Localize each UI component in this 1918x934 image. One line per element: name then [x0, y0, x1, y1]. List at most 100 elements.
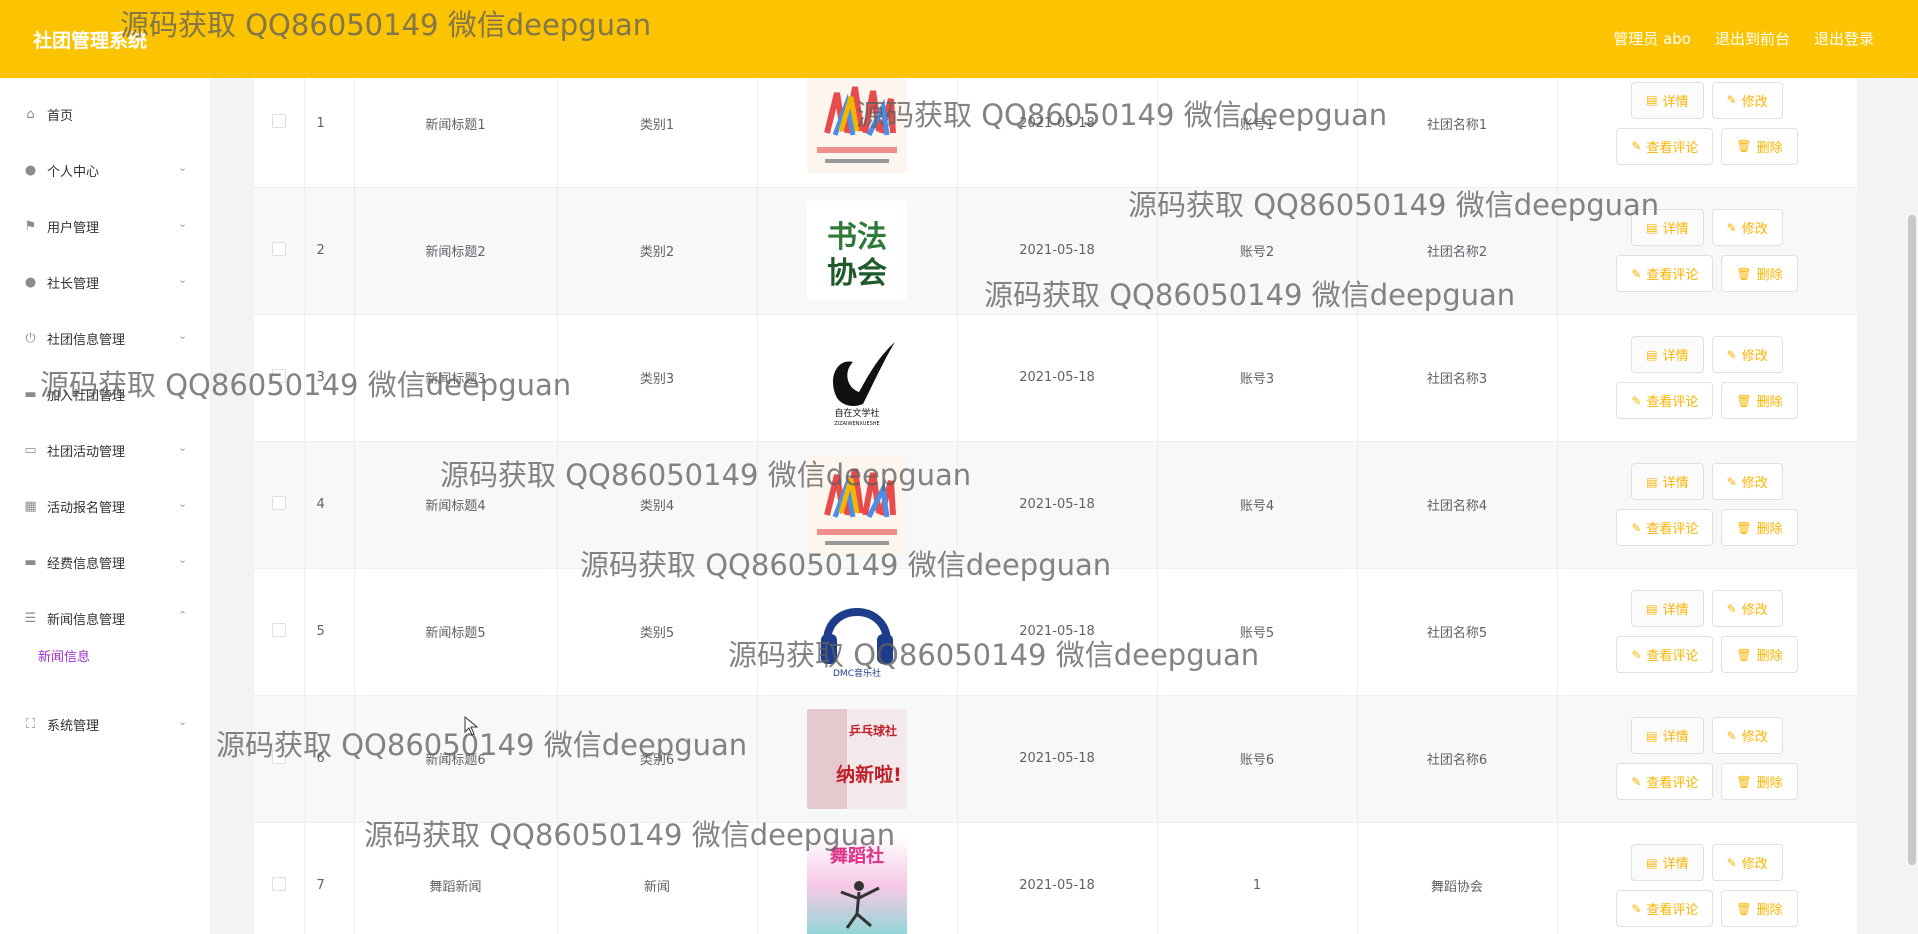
- view-comments-button[interactable]: ✎ 查看评论: [1616, 763, 1714, 800]
- edit-button[interactable]: ✎ 修改: [1711, 590, 1783, 627]
- delete-button[interactable]: 🗑 删除: [1721, 509, 1798, 546]
- sidebar-item-3[interactable]: ⚑ 用户管理 ⌄: [0, 206, 210, 246]
- chevron-down-icon: ⌄: [178, 497, 188, 510]
- view-comments-button[interactable]: ✎ 查看评论: [1616, 127, 1714, 165]
- flag-icon: ⚑: [24, 218, 37, 234]
- category-cell: 类别3: [557, 314, 758, 442]
- news-thumbnail[interactable]: 书法 协会: [807, 200, 907, 301]
- exit-to-front-link[interactable]: 退出到前台: [1715, 28, 1790, 49]
- sidebar-item-label: 用户管理: [47, 220, 100, 236]
- sidebar-item-1[interactable]: ⌂ 首页: [0, 94, 210, 134]
- detail-button[interactable]: ▤ 详情: [1631, 463, 1704, 500]
- sidebar-item-8[interactable]: ▦ 活动报名管理 ⌄: [0, 486, 210, 526]
- fullscreen-icon: ⛶: [25, 716, 36, 732]
- row-checkbox[interactable]: [271, 368, 286, 383]
- sidebar-item-5[interactable]: ⏻ 社团信息管理 ⌄: [0, 318, 210, 358]
- delete-button[interactable]: 🗑 删除: [1721, 763, 1798, 800]
- club-cell: 舞蹈协会: [1357, 822, 1558, 934]
- row-checkbox[interactable]: [271, 495, 286, 510]
- row-checkbox[interactable]: [271, 114, 286, 129]
- actions-cell: ▤ 详情 ✎ 修改 ✎ 查看评论 🗑 删除: [1557, 822, 1857, 934]
- edit-button[interactable]: ✎ 修改: [1711, 717, 1783, 754]
- chat-icon: ▭: [24, 442, 37, 458]
- detail-button[interactable]: ▤ 详情: [1631, 590, 1704, 627]
- vertical-scrollbar-thumb[interactable]: [1908, 215, 1916, 865]
- account-cell: 账号1: [1157, 78, 1358, 188]
- chevron-down-icon: ⌄: [178, 273, 188, 286]
- chevron-down-icon: ⌄: [178, 217, 188, 230]
- news-thumbnail[interactable]: [807, 454, 907, 555]
- sidebar-item-2[interactable]: ● 个人中心 ⌄: [0, 150, 210, 190]
- svg-text:纳新啦!: 纳新啦!: [836, 763, 902, 786]
- view-comments-button[interactable]: ✎ 查看评论: [1616, 382, 1714, 419]
- delete-button[interactable]: 🗑 删除: [1721, 127, 1798, 165]
- account-cell: 1: [1157, 822, 1358, 934]
- news-thumbnail[interactable]: 乒乓球社 纳新啦!: [807, 708, 907, 809]
- table-row: 2 新闻标题2 类别2 书法 协会 2021-05-18 账号2 社团名称2 ▤ 详…: [254, 187, 1857, 315]
- image-cell: 乒乓球社 纳新啦!: [757, 695, 958, 823]
- delete-button[interactable]: 🗑 删除: [1721, 890, 1798, 927]
- detail-button[interactable]: ▤ 详情: [1631, 717, 1704, 754]
- table-row: 7 舞蹈新闻 新闻 舞蹈社 2021-05-18 1 舞蹈协会 ▤ 详情 ✎ 修改 …: [254, 822, 1857, 934]
- svg-text:自在文学社: 自在文学社: [834, 407, 879, 419]
- sidebar-item-label: 社团信息管理: [47, 332, 126, 348]
- view-comments-button[interactable]: ✎ 查看评论: [1616, 509, 1714, 546]
- news-table: 1 新闻标题1 类别1 2021-05-18 账号1 社团名称1 ▤ 详情 ✎ 修改…: [254, 78, 1857, 934]
- category-cell: 类别5: [557, 568, 758, 696]
- delete-button[interactable]: 🗑 删除: [1721, 636, 1798, 673]
- pencil-icon: ✎: [1726, 601, 1737, 616]
- sidebar-item-9[interactable]: ▬ 经费信息管理 ⌄: [0, 542, 210, 582]
- detail-button[interactable]: ▤ 详情: [1631, 844, 1704, 881]
- sidebar-item-11[interactable]: ⛶ 系统管理 ⌄: [0, 704, 210, 744]
- sidebar-item-label: 首页: [47, 108, 74, 124]
- detail-button[interactable]: ▤ 详情: [1631, 336, 1704, 373]
- news-thumbnail[interactable]: DMC音乐社: [807, 581, 907, 682]
- edit-button[interactable]: ✎ 修改: [1711, 209, 1783, 246]
- sidebar-item-4[interactable]: ● 社长管理 ⌄: [0, 262, 210, 302]
- date-cell: 2021-05-18: [957, 314, 1158, 442]
- sidebar-item-label: 社长管理: [47, 276, 100, 292]
- view-comments-button[interactable]: ✎ 查看评论: [1616, 636, 1714, 673]
- detail-button[interactable]: ▤ 详情: [1631, 81, 1704, 119]
- row-checkbox[interactable]: [271, 622, 286, 637]
- sidebar-item-label: 加入社团管理: [47, 388, 126, 404]
- current-user-link[interactable]: 管理员 abo: [1613, 28, 1691, 49]
- title-cell: 新闻标题1: [354, 78, 558, 188]
- sidebar-item-10[interactable]: ☰ 新闻信息管理 ⌃: [0, 598, 210, 638]
- club-cell: 社团名称1: [1357, 78, 1558, 188]
- edit-button[interactable]: ✎ 修改: [1711, 336, 1783, 373]
- pencil-icon: ✎: [1631, 139, 1642, 154]
- row-checkbox[interactable]: [271, 876, 286, 891]
- svg-text:协会: 协会: [827, 256, 887, 291]
- edit-button[interactable]: ✎ 修改: [1711, 463, 1783, 500]
- sidebar-item-7[interactable]: ▭ 社团活动管理 ⌄: [0, 430, 210, 470]
- delete-button[interactable]: 🗑 删除: [1721, 255, 1798, 292]
- document-icon: ▤: [1646, 855, 1658, 870]
- sidebar-item-label: 系统管理: [47, 718, 100, 734]
- news-thumbnail[interactable]: [807, 78, 907, 174]
- news-thumbnail[interactable]: 自在文学社 ZIZAIWENXUESHE: [807, 327, 907, 428]
- date-cell: 2021-05-18: [957, 822, 1158, 934]
- index-cell: 1: [304, 78, 355, 188]
- sidebar-item-label: 个人中心: [47, 164, 100, 180]
- image-cell: DMC音乐社: [757, 568, 958, 696]
- view-comments-button[interactable]: ✎ 查看评论: [1616, 890, 1714, 927]
- row-checkbox[interactable]: [271, 241, 286, 256]
- table-row: 4 新闻标题4 类别4 2021-05-18 账号4 社团名称4 ▤ 详情 ✎ 修改…: [254, 441, 1857, 569]
- sidebar-item-label: 活动报名管理: [47, 500, 126, 516]
- view-comments-button[interactable]: ✎ 查看评论: [1616, 255, 1714, 292]
- table-row: 3 新闻标题3 类别3 自在文学社 ZIZAIWENXUESHE 2021-05-…: [254, 314, 1857, 442]
- sidebar-item-label: 经费信息管理: [47, 556, 126, 572]
- submenu-news-info[interactable]: 新闻信息: [38, 646, 90, 665]
- edit-button[interactable]: ✎ 修改: [1711, 844, 1783, 881]
- table-row: 1 新闻标题1 类别1 2021-05-18 账号1 社团名称1 ▤ 详情 ✎ 修改…: [254, 78, 1857, 188]
- pencil-icon: ✎: [1631, 393, 1642, 408]
- news-thumbnail[interactable]: 舞蹈社: [807, 835, 907, 934]
- detail-button[interactable]: ▤ 详情: [1631, 209, 1704, 246]
- sidebar-item-6[interactable]: ▬ 加入社团管理 ⌄: [0, 374, 210, 414]
- logout-link[interactable]: 退出登录: [1814, 28, 1874, 49]
- delete-button[interactable]: 🗑 删除: [1721, 382, 1798, 419]
- row-checkbox[interactable]: [271, 749, 286, 764]
- trash-icon: 🗑: [1736, 393, 1752, 408]
- edit-button[interactable]: ✎ 修改: [1711, 81, 1783, 119]
